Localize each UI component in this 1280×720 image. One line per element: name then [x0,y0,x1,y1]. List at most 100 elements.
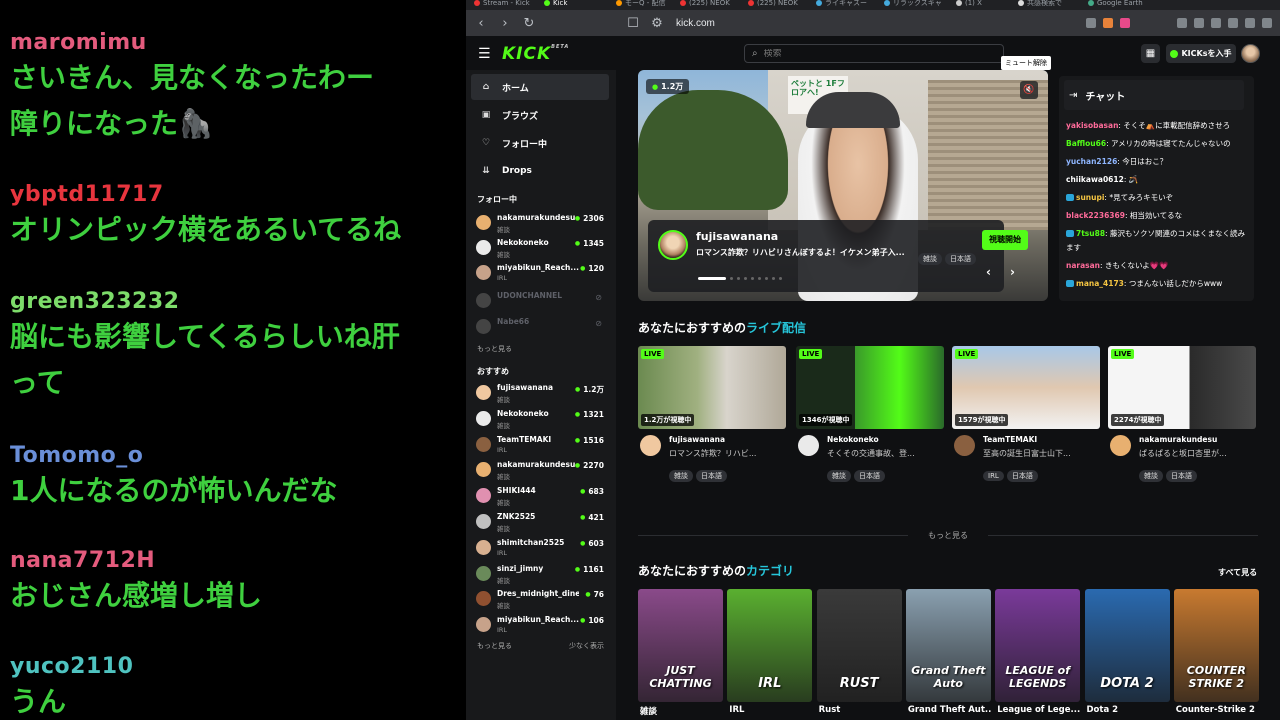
category-thumbnail[interactable]: Grand Theft Auto [905,589,991,702]
sidebar-channel[interactable]: Nabe66 ⊘ [476,316,604,340]
browser-tab[interactable]: モーQ - 配信 [616,0,680,10]
chat-username[interactable]: narasan [1066,261,1100,270]
carousel-dot[interactable] [779,277,782,280]
sidebar-channel[interactable]: fujisawanana 雑談 1.2万 [476,382,604,406]
category-thumbnail[interactable]: JUST CHATTING [638,589,723,702]
extension-icon[interactable] [1194,18,1204,28]
extension-icon[interactable] [1262,18,1272,28]
category-name[interactable]: IRL [729,705,813,715]
show-more-recommended-link[interactable]: もっと見る [477,641,512,651]
url-field[interactable]: kick.com [676,18,715,29]
category-thumbnail[interactable]: COUNTER STRIKE 2 [1173,589,1259,702]
carousel-dot[interactable] [698,277,726,280]
streamer-avatar[interactable] [658,230,688,260]
sidebar-channel[interactable]: SHIKI444 雑談 683 [476,485,604,509]
chat-username[interactable]: black2236369 [1066,211,1125,220]
kick-logo[interactable]: KICKBETA [502,44,569,64]
sidebar-channel[interactable]: UDONCHANNEL ⊘ [476,290,604,314]
stream-tag[interactable]: 雑談 [827,470,851,482]
browser-tab[interactable]: ライキャスー [816,0,880,10]
watch-button[interactable]: 視聴開始 [982,230,1028,250]
carousel-dot[interactable] [737,277,740,280]
streamer-avatar[interactable] [640,435,661,456]
sidebar-nav-4[interactable]: ⇊ Drops [471,158,609,184]
chat-username[interactable]: Bafflou66 [1066,139,1106,148]
extension-icon[interactable] [1245,18,1255,28]
extension-icon[interactable] [1211,18,1221,28]
streamer-name[interactable]: Nekokoneko [827,435,879,444]
extension-icon[interactable] [1177,18,1187,28]
stream-tag[interactable]: 日本語 [1006,470,1038,482]
carousel-dot[interactable] [765,277,768,280]
stream-tag[interactable]: 雑談 [669,470,693,482]
chat-username[interactable]: yuchan2126 [1066,157,1117,166]
stream-title[interactable]: 至高の誕生日富士山下... [983,448,1100,459]
featured-stream[interactable]: ペットと 1Fフロアへ! 1.2万 🔇 fujisawanana ロマンス詐欺？… [638,70,1048,301]
sidebar-channel[interactable]: Nekokoneko 雑談 1321 [476,408,604,432]
browser-tab[interactable]: Kick [544,0,608,10]
carousel-dots[interactable] [698,277,782,280]
bookmark-icon[interactable]: ☐ [626,16,640,31]
sidebar-channel[interactable]: sinzi_jimny 雑談 1161 [476,563,604,587]
browser-tab[interactable]: (225) NEOK [680,0,744,10]
chevron-left-icon[interactable]: ‹ [986,265,991,279]
sidebar-channel[interactable]: miyabikun_Reach...IRL 106 [476,614,604,638]
sidebar-channel[interactable]: miyabikun_Reach... IRL 120 [476,262,604,286]
carousel-dot[interactable] [744,277,747,280]
menu-icon[interactable]: ☰ [478,46,491,62]
sidebar-channel[interactable]: nakamurakundesu 雑談 2306 [476,212,604,236]
sidebar-channel[interactable]: TeamTEMAKIIRL 1516 [476,434,604,458]
extension-icon[interactable] [1086,18,1096,28]
streamer-avatar[interactable] [798,435,819,456]
streamer-name[interactable]: fujisawanana [669,435,725,444]
sidebar-channel[interactable]: Dres_midnight_diner 雑談 76 [476,588,604,612]
chat-username[interactable]: sunupi [1076,193,1104,202]
carousel-dot[interactable] [758,277,761,280]
sidebar-channel[interactable]: shimitchan2525IRL 603 [476,537,604,561]
get-kicks-button[interactable]: KICKsを入手 [1166,44,1236,63]
stream-title[interactable]: ロマンス詐欺？リハビ... [669,448,786,459]
chat-username[interactable]: 7tsu88 [1076,229,1105,238]
stream-thumbnail[interactable]: LIVE 1346が視聴中 [796,346,944,429]
streamer-name[interactable]: nakamurakundesu [1139,435,1217,444]
category-name[interactable]: Dota 2 [1087,705,1171,715]
category-thumbnail[interactable]: IRL [727,589,813,702]
category-name[interactable]: Rust [819,705,903,715]
chat-username[interactable]: mana_4173 [1076,279,1124,288]
stream-tag[interactable]: 日本語 [945,253,976,265]
category-thumbnail[interactable]: DOTA 2 [1084,589,1170,702]
sidebar-channel[interactable]: ZNK2525 雑談 421 [476,511,604,535]
chat-username[interactable]: yakisobasan [1066,121,1118,130]
streamer-avatar[interactable] [954,435,975,456]
browser-tab[interactable]: 共感検索で [1018,0,1082,10]
category-name[interactable]: Grand Theft Aut... [908,705,992,715]
extension-icon[interactable] [1228,18,1238,28]
sidebar-channel[interactable]: nakamurakundesu 雑談 2270 [476,459,604,483]
site-info-icon[interactable]: ⚙ [650,16,664,31]
stream-tag[interactable]: 雑談 [1139,470,1163,482]
reload-icon[interactable]: ↻ [522,16,536,31]
browser-tab[interactable]: (1) X [956,0,1020,10]
extension-icon[interactable] [1120,18,1130,28]
stream-tag[interactable]: 日本語 [696,470,727,482]
category-name[interactable]: League of Lege... [997,705,1081,715]
user-avatar[interactable] [1241,44,1260,63]
category-name[interactable]: 雑談 [640,705,724,717]
carousel-dot[interactable] [730,277,733,280]
sidebar-nav-2[interactable]: ▣ ブラウズ [471,102,609,128]
sidebar-nav-3[interactable]: ♡ フォロー中 [471,130,609,156]
extension-icon[interactable] [1103,18,1113,28]
browser-tab[interactable]: Stream - Kick [474,0,538,10]
collapse-chat-icon[interactable]: ⇥ [1069,90,1077,101]
show-more-following-link[interactable]: もっと見る [477,344,512,354]
streamer-name[interactable]: TeamTEMAKI [983,435,1037,444]
browser-tab[interactable]: Google Earth [1088,0,1152,10]
chevron-right-icon[interactable]: › [1010,265,1015,279]
stream-thumbnail[interactable]: LIVE 2274が視聴中 [1108,346,1256,429]
sidebar-nav-1[interactable]: ⌂ ホーム [471,74,609,100]
unmute-icon[interactable]: 🔇 [1020,81,1038,99]
streamer-avatar[interactable] [1110,435,1131,456]
browser-tab[interactable]: (225) NEOK [748,0,812,10]
stream-tag[interactable]: IRL [983,471,1004,481]
stream-tag[interactable]: 日本語 [1166,470,1197,482]
